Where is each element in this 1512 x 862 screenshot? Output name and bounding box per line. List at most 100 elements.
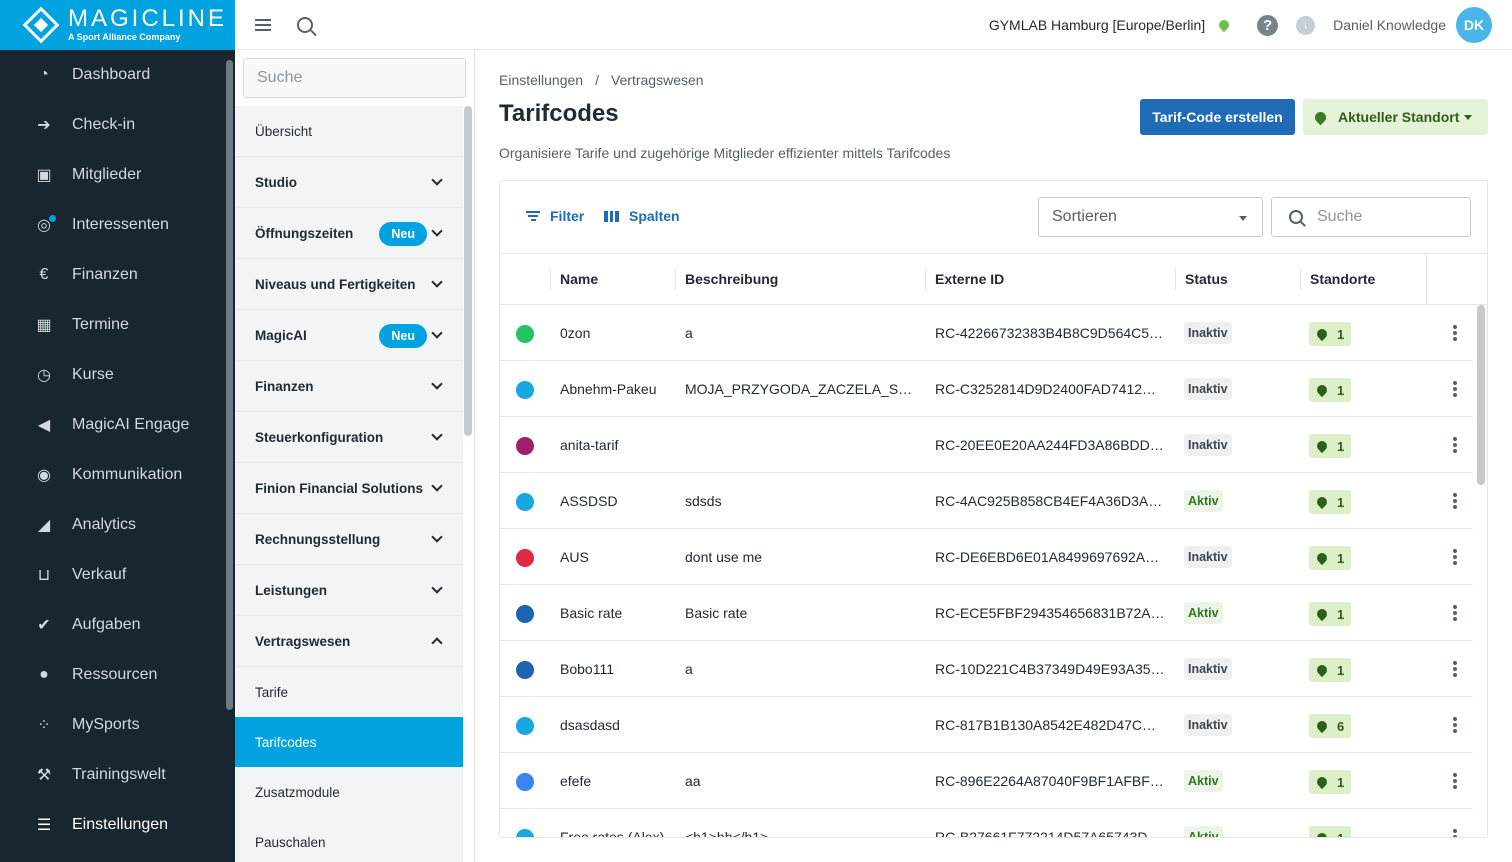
settings-item--ffnungszeiten[interactable]: Öffnungszeiten Neu: [235, 208, 463, 259]
sort-select[interactable]: Sortieren: [1038, 197, 1263, 237]
chevron-down-icon[interactable]: [431, 531, 443, 543]
filter-button[interactable]: Filter: [526, 208, 584, 224]
settings-item-studio[interactable]: Studio: [235, 157, 463, 208]
more-actions-icon[interactable]: [1453, 717, 1457, 733]
settings-item-label: Niveaus und Fertigkeiten: [255, 276, 416, 292]
sidebar-item-trainingswelt[interactable]: ⚒ Trainingswelt: [0, 750, 225, 800]
locations-badge[interactable]: 1: [1309, 602, 1351, 626]
settings-scrollbar[interactable]: [464, 106, 472, 436]
settings-subitem-tarifcodes[interactable]: Tarifcodes: [235, 717, 463, 767]
create-tariff-code-button[interactable]: Tarif-Code erstellen: [1140, 99, 1295, 135]
locations-badge[interactable]: 1: [1309, 490, 1351, 514]
menu-icon[interactable]: [255, 18, 271, 31]
settings-search-input[interactable]: [243, 58, 466, 98]
settings-item-finanzen[interactable]: Finanzen: [235, 361, 463, 412]
table-row[interactable]: AUS dont use me RC-DE6EBD6E01A8499697692A4…: [500, 529, 1473, 585]
table-search-input[interactable]: [1317, 208, 1457, 226]
sidebar-item-interessenten[interactable]: ◎ Interessenten: [0, 200, 225, 250]
table-row[interactable]: efefe aa RC-896E2264A87040F9BF1AFBF2… Aktiv…: [500, 753, 1473, 809]
settings-item-magicai[interactable]: MagicAI Neu: [235, 310, 463, 361]
settings-subitem-tarife[interactable]: Tarife: [235, 667, 463, 717]
chevron-down-icon[interactable]: [431, 225, 443, 237]
current-location-button[interactable]: Aktueller Standort: [1303, 99, 1488, 135]
chevron-down-icon[interactable]: [431, 429, 443, 441]
table-row[interactable]: ASSDSD sdsds RC-4AC925B858CB4EF4A36D3A29… A…: [500, 473, 1473, 529]
user-name[interactable]: Daniel Knowledge: [1333, 17, 1446, 33]
sidebar-item-kommunikation[interactable]: ◉ Kommunikation: [0, 450, 225, 500]
sidebar-item-einstellungen[interactable]: ☰ Einstellungen: [0, 800, 225, 850]
locations-badge[interactable]: 1: [1309, 546, 1351, 570]
breadcrumb-einstellungen[interactable]: Einstellungen: [499, 72, 583, 88]
avatar[interactable]: DK: [1456, 7, 1492, 43]
search-icon[interactable]: [297, 16, 313, 33]
column-header-name[interactable]: Name: [560, 271, 598, 287]
sidebar-item-ressourcen[interactable]: ● Ressourcen: [0, 650, 225, 700]
help-icon[interactable]: ?: [1257, 14, 1279, 36]
chevron-down-icon[interactable]: [431, 276, 443, 288]
settings-subitem-pauschalen[interactable]: Pauschalen: [235, 817, 463, 862]
locations-badge[interactable]: 1: [1309, 826, 1351, 837]
columns-button[interactable]: Spalten: [604, 208, 680, 224]
table-row[interactable]: 0zon a RC-42266732383B4B8C9D564C55… Inaktiv…: [500, 305, 1473, 361]
column-header-locations[interactable]: Standorte: [1310, 271, 1375, 287]
column-header-external-id[interactable]: Externe ID: [935, 271, 1004, 287]
download-icon[interactable]: ↓: [1296, 15, 1316, 35]
sidebar-item-magicai-engage[interactable]: ◀ MagicAI Engage: [0, 400, 225, 450]
settings-item-rechnungsstellung[interactable]: Rechnungsstellung: [235, 514, 463, 565]
column-header-description[interactable]: Beschreibung: [685, 271, 778, 287]
locations-badge[interactable]: 1: [1309, 434, 1351, 458]
sidebar-item-check-in[interactable]: ➔ Check-in: [0, 100, 225, 150]
table-header: Name Beschreibung Externe ID Status Stan…: [500, 254, 1487, 305]
chevron-down-icon[interactable]: [431, 480, 443, 492]
locations-badge[interactable]: 1: [1309, 770, 1351, 794]
table-row[interactable]: Bobo111 a RC-10D221C4B37349D49E93A354… Inak…: [500, 641, 1473, 697]
sidebar-scrollbar[interactable]: [226, 60, 233, 710]
table-row[interactable]: anita-tarif RC-20EE0E20AA244FD3A86BDD5E… I…: [500, 417, 1473, 473]
column-header-status[interactable]: Status: [1185, 271, 1228, 287]
settings-item-finion-financial-solutions[interactable]: Finion Financial Solutions: [235, 463, 463, 514]
more-actions-icon[interactable]: [1453, 381, 1457, 397]
sidebar-item-verkauf[interactable]: ⊔ Verkauf: [0, 550, 225, 600]
more-actions-icon[interactable]: [1453, 661, 1457, 677]
sidebar-item-dashboard[interactable]: ◔ Dashboard: [0, 50, 225, 100]
settings-subitem-zusatzmodule[interactable]: Zusatzmodule: [235, 767, 463, 817]
sidebar-item-aufgaben[interactable]: ✔ Aufgaben: [0, 600, 225, 650]
chevron-down-icon[interactable]: [431, 582, 443, 594]
more-actions-icon[interactable]: [1453, 829, 1457, 837]
more-actions-icon[interactable]: [1453, 437, 1457, 453]
sidebar-item-finanzen[interactable]: € Finanzen: [0, 250, 225, 300]
more-actions-icon[interactable]: [1453, 325, 1457, 341]
cell-external-id: RC-ECE5FBF294354656831B72A6…: [935, 605, 1165, 621]
more-actions-icon[interactable]: [1453, 773, 1457, 789]
chevron-down-icon[interactable]: [431, 327, 443, 339]
table-row[interactable]: Abnehm-Pakeu MOJA_PRZYGODA_ZACZELA_SIE_… R…: [500, 361, 1473, 417]
settings-item-steuerkonfiguration[interactable]: Steuerkonfiguration: [235, 412, 463, 463]
settings-item-leistungen[interactable]: Leistungen: [235, 565, 463, 616]
table-scrollbar[interactable]: [1477, 305, 1485, 485]
settings-item--bersicht[interactable]: Übersicht: [235, 106, 463, 157]
table-row[interactable]: dsasdasd RC-817B1B130A8542E482D47CAC… Inak…: [500, 697, 1473, 753]
sidebar-item-analytics[interactable]: ◢ Analytics: [0, 500, 225, 550]
locations-badge[interactable]: 1: [1309, 658, 1351, 682]
more-actions-icon[interactable]: [1453, 549, 1457, 565]
table-search-box[interactable]: [1271, 197, 1471, 237]
settings-item-niveaus-und-fertigkeiten[interactable]: Niveaus und Fertigkeiten: [235, 259, 463, 310]
sidebar-item-mitglieder[interactable]: ▣ Mitglieder: [0, 150, 225, 200]
locations-badge[interactable]: 1: [1309, 322, 1351, 346]
sidebar-item-mysports[interactable]: ⁘ MySports: [0, 700, 225, 750]
magicline-logo[interactable]: MAGICLINE A Sport Alliance Company: [0, 0, 235, 50]
more-actions-icon[interactable]: [1453, 493, 1457, 509]
sidebar-item-termine[interactable]: ▦ Termine: [0, 300, 225, 350]
table-row[interactable]: Basic rate Basic rate RC-ECE5FBF2943546568…: [500, 585, 1473, 641]
table-row[interactable]: Free rates (Alex) <h1>hh</h1> RC-B27661F77…: [500, 809, 1473, 837]
settings-item-vertragswesen[interactable]: Vertragswesen: [235, 616, 463, 667]
chevron-down-icon[interactable]: [431, 174, 443, 186]
chevron-up-icon[interactable]: [431, 637, 443, 649]
locations-badge[interactable]: 1: [1309, 378, 1351, 402]
breadcrumb-vertragswesen[interactable]: Vertragswesen: [611, 72, 704, 88]
locations-badge[interactable]: 6: [1309, 714, 1351, 738]
studio-selector[interactable]: GYMLAB Hamburg [Europe/Berlin]: [989, 17, 1205, 33]
sidebar-item-kurse[interactable]: ◷ Kurse: [0, 350, 225, 400]
more-actions-icon[interactable]: [1453, 605, 1457, 621]
chevron-down-icon[interactable]: [431, 378, 443, 390]
